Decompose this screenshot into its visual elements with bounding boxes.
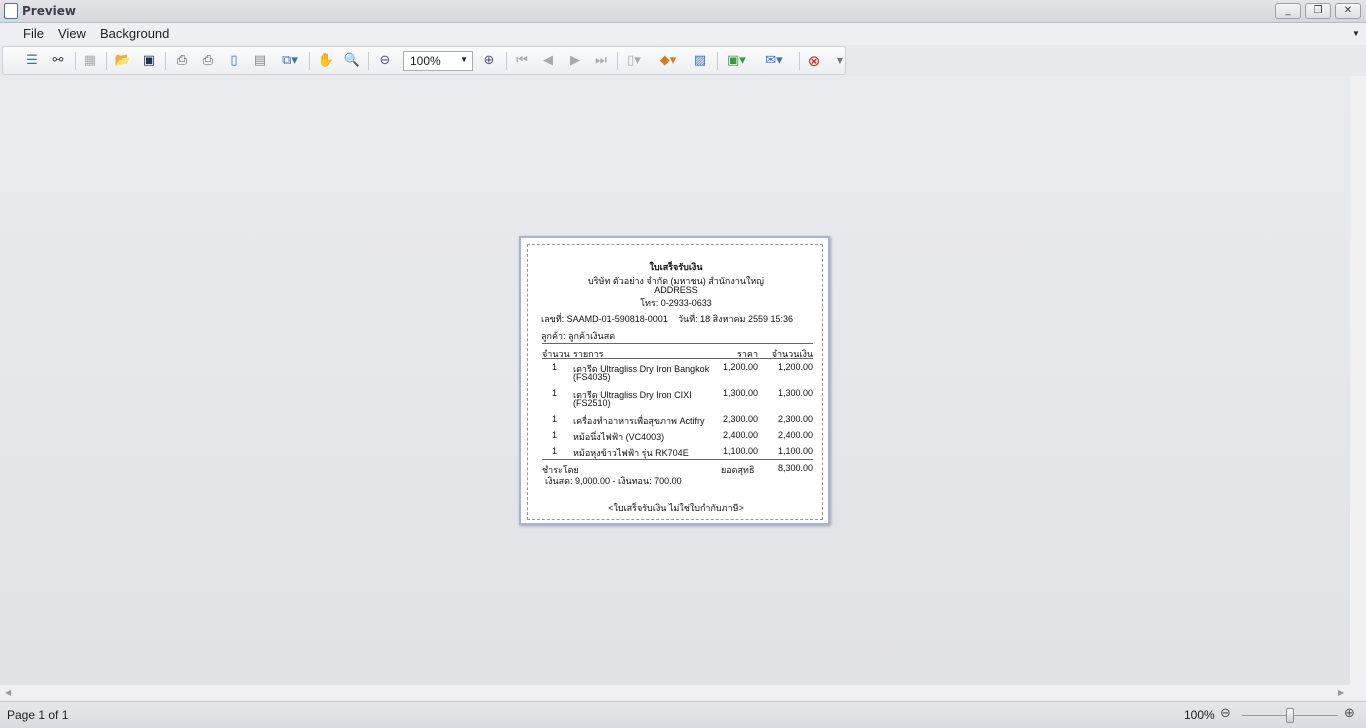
status-bar: Page 1 of 1 100% ⊖ ⊕ — [0, 701, 1366, 728]
customize-icon[interactable]: ▦ — [81, 52, 99, 70]
item-qty: 1 — [552, 362, 558, 372]
open-icon[interactable]: 📂 — [114, 52, 132, 70]
print-dialog-icon[interactable]: ⎙ — [173, 52, 191, 70]
menu-view[interactable]: View — [58, 26, 86, 41]
item-description-line2: (FS2510) — [573, 398, 611, 408]
hand-tool-icon[interactable]: ✋ — [317, 52, 335, 70]
customer: ลูกค้า: ลูกค้าเงินสด — [541, 331, 616, 341]
payment-detail: เงินสด: 9,000.00 - เงินทอน: 700.00 — [545, 476, 682, 486]
item-description: หม้อนึ่งไฟฟ้า (VC4003) — [573, 432, 665, 442]
zoom-out-icon[interactable]: ⊖ — [376, 52, 394, 70]
menu-file[interactable]: File — [23, 26, 44, 41]
item-description-line2: (FS4035) — [573, 372, 611, 382]
company-address: ADDRESS — [654, 285, 698, 295]
header-footer-icon[interactable]: ▤ — [251, 52, 269, 70]
last-page-icon[interactable]: ⏭ — [592, 52, 610, 70]
item-qty: 1 — [552, 430, 558, 440]
item-qty: 1 — [552, 388, 558, 398]
total-value: 8,300.00 — [777, 463, 813, 473]
horizontal-scrollbar[interactable]: ◀ ▶ — [0, 685, 1366, 701]
chevron-down-icon: ▼ — [460, 55, 468, 64]
zoom-value: 100% — [410, 54, 441, 68]
item-amount: 1,200.00 — [777, 362, 813, 372]
item-price: 2,400.00 — [722, 430, 758, 440]
zoom-slider-thumb[interactable] — [1286, 708, 1294, 723]
item-description: เครื่องทำอาหารเพื่อสุขภาพ Actifry — [573, 416, 705, 426]
watermark-icon[interactable]: ▨ — [691, 52, 709, 70]
first-page-icon[interactable]: ⏮ — [513, 52, 531, 70]
document-date: วันที่: 18 สิงหาคม 2559 15:36 — [678, 314, 794, 324]
toolbar-options-icon[interactable]: ▼ — [831, 52, 849, 70]
item-qty: 1 — [552, 446, 558, 456]
page-setup-icon[interactable]: ▯ — [225, 52, 243, 70]
page-indicator: Page 1 of 1 — [7, 708, 69, 722]
item-amount: 2,400.00 — [777, 430, 813, 440]
export-icon[interactable]: ▣▾ — [727, 52, 746, 70]
zoom-level: 100% — [1184, 708, 1215, 722]
item-price: 2,300.00 — [722, 414, 758, 424]
item-price: 1,100.00 — [722, 446, 758, 456]
previous-page-icon[interactable]: ◀ — [539, 52, 557, 70]
multiple-pages-icon[interactable]: ▯▾ — [625, 52, 643, 70]
vertical-scrollbar[interactable] — [1350, 76, 1366, 685]
title-bar: Preview _ ❐ ✕ — [0, 0, 1366, 23]
magnifier-icon[interactable]: 🔍 — [343, 52, 361, 70]
item-amount: 1,300.00 — [777, 388, 813, 398]
total-label: ยอดสุทธิ — [721, 465, 755, 475]
receipt-page: ใบเสร็จรับเงิน บริษัท ตัวอย่าง จำกัด (มห… — [519, 236, 830, 525]
item-description: หม้อหุงข้าวไฟฟ้า รุ่น RK704E — [573, 448, 689, 458]
restore-button[interactable]: ❐ — [1305, 3, 1331, 19]
menu-overflow-icon[interactable]: ▼ — [1352, 29, 1360, 38]
item-qty: 1 — [552, 414, 558, 424]
menu-background[interactable]: Background — [100, 26, 169, 41]
zoom-out-button[interactable]: ⊖ — [1220, 706, 1231, 721]
menu-bar: File View Background ▼ — [0, 23, 1366, 45]
page-color-icon[interactable]: ◆▾ — [659, 52, 677, 70]
item-amount: 1,100.00 — [777, 446, 813, 456]
next-page-icon[interactable]: ▶ — [566, 52, 584, 70]
find-binoculars-icon[interactable]: ⚯ — [49, 52, 67, 70]
toolbar: ☰ ⚯ ▦ 📂 ▣ ⎙ ⎙ ▯ ▤ ⧉▾ ✋ 🔍 ⊖ 100% ▼ ⊕ ⏮ ◀ ▶… — [2, 46, 846, 75]
send-email-icon[interactable]: ✉▾ — [765, 52, 783, 70]
document-map-icon[interactable]: ☰ — [23, 52, 41, 70]
company-phone: โทร: 0-2933-0633 — [640, 298, 712, 308]
document-number: เลขที่: SAAMD-01-590818-0001 — [541, 314, 668, 324]
zoom-in-icon[interactable]: ⊕ — [480, 52, 498, 70]
preview-app-icon — [4, 3, 18, 19]
receipt-title: ใบเสร็จรับเงิน — [649, 262, 703, 272]
minimize-button[interactable]: _ — [1275, 3, 1301, 19]
close-window-button[interactable]: ✕ — [1335, 3, 1361, 19]
close-preview-icon[interactable]: ⊗ — [805, 52, 823, 70]
window-title: Preview — [22, 4, 77, 18]
scale-icon[interactable]: ⧉▾ — [281, 52, 299, 70]
receipt-footer: <ใบเสร็จรับเงิน ไม่ใช่ใบกำกับภาษี> — [608, 503, 744, 513]
item-price: 1,300.00 — [722, 388, 758, 398]
quick-print-icon[interactable]: ⎙ — [199, 52, 217, 70]
item-price: 1,200.00 — [722, 362, 758, 372]
item-amount: 2,300.00 — [777, 414, 813, 424]
zoom-select[interactable]: 100% ▼ — [403, 51, 473, 71]
save-icon[interactable]: ▣ — [140, 52, 158, 70]
zoom-in-button[interactable]: ⊕ — [1344, 706, 1355, 721]
